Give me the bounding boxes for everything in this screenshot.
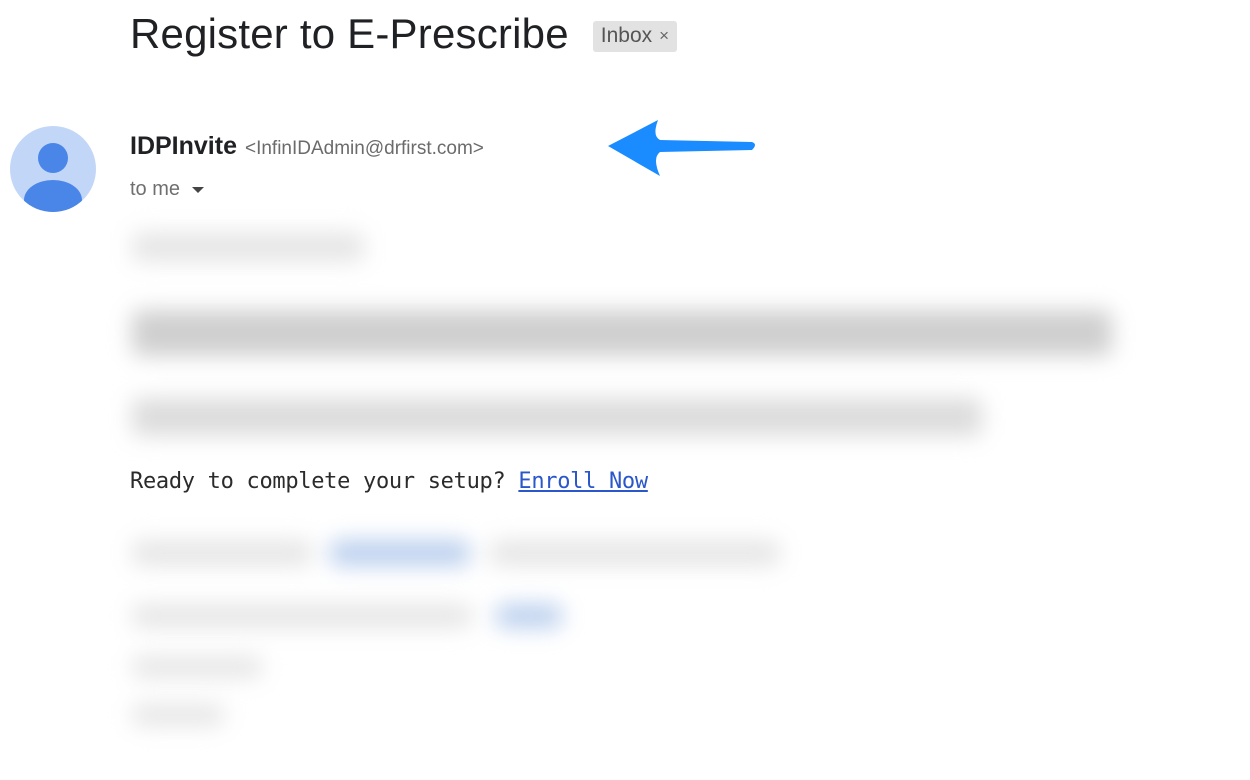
subject-row: Register to E-Prescribe Inbox × (130, 10, 678, 58)
sender-row: IDPInvite <InfinIDAdmin@drfirst.com> (130, 132, 484, 161)
blurred-link-2 (496, 604, 562, 628)
blurred-line-1a (132, 540, 312, 566)
email-view: Register to E-Prescribe Inbox × IDPInvit… (0, 0, 1250, 780)
label-name: Inbox (600, 23, 653, 47)
recipient-details-toggle[interactable]: to me (130, 178, 205, 201)
blurred-paragraph-line-2 (132, 398, 982, 436)
chevron-down-icon (192, 186, 205, 193)
sender-email: <InfinIDAdmin@drfirst.com> (244, 138, 484, 159)
email-subject: Register to E-Prescribe (130, 10, 569, 57)
inbox-label-chip[interactable]: Inbox × (592, 20, 678, 52)
enroll-now-link[interactable]: Enroll Now (518, 469, 648, 494)
blurred-line-2 (132, 604, 472, 628)
blurred-paragraph-line-1 (132, 310, 1112, 356)
blurred-signoff (132, 656, 262, 678)
blurred-greeting (132, 232, 364, 262)
arrow-left-icon (608, 120, 755, 176)
person-icon (24, 143, 82, 212)
remove-label-icon[interactable]: × (659, 26, 669, 46)
enroll-cta: Ready to complete your setup? Enroll Now (130, 469, 648, 494)
recipient-text: to me (130, 178, 181, 200)
blurred-line-1b (490, 540, 780, 566)
blurred-link-1 (330, 540, 470, 566)
blurred-signature (132, 704, 224, 726)
sender-name[interactable]: IDPInvite (130, 132, 237, 161)
sender-avatar[interactable] (10, 126, 96, 212)
cta-text: Ready to complete your setup? (130, 469, 506, 494)
